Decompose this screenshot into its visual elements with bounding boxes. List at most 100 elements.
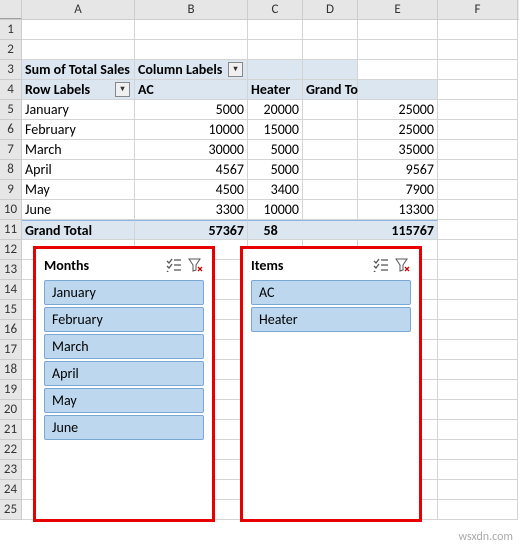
pivot-sum-label[interactable]: Sum of Total Sales xyxy=(22,60,135,80)
cell[interactable] xyxy=(438,440,518,460)
row-header[interactable]: 5 xyxy=(0,100,22,120)
cell[interactable] xyxy=(438,160,518,180)
cell[interactable] xyxy=(358,20,438,40)
select-all-corner[interactable] xyxy=(0,0,22,19)
row-header[interactable]: 23 xyxy=(0,460,22,480)
pivot-row-total[interactable]: 13300 xyxy=(278,200,438,220)
row-header[interactable]: 3 xyxy=(0,60,22,80)
col-header-D[interactable]: D xyxy=(303,0,358,19)
row-header[interactable]: 12 xyxy=(0,240,22,260)
pivot-col-2[interactable]: Heater xyxy=(248,80,303,100)
cell[interactable] xyxy=(22,40,135,60)
col-header-A[interactable]: A xyxy=(22,0,135,19)
multi-select-icon[interactable] xyxy=(165,256,183,274)
clear-filter-icon[interactable] xyxy=(393,256,411,274)
clear-filter-icon[interactable] xyxy=(186,256,204,274)
cell[interactable] xyxy=(248,40,303,60)
row-labels-dropdown[interactable]: ▾ xyxy=(115,82,130,97)
cell[interactable] xyxy=(438,260,518,280)
pivot-value[interactable]: 4567 xyxy=(135,160,248,180)
cell[interactable] xyxy=(438,80,518,100)
row-header[interactable]: 15 xyxy=(0,300,22,320)
pivot-column-labels[interactable]: Column Labels ▾ xyxy=(135,60,248,80)
cell[interactable] xyxy=(22,20,135,40)
cell[interactable] xyxy=(248,60,303,80)
pivot-grand-total-label[interactable]: Grand Total xyxy=(22,220,135,240)
slicer-item-june[interactable]: June xyxy=(44,415,204,440)
cell[interactable] xyxy=(358,60,438,80)
row-header[interactable]: 19 xyxy=(0,380,22,400)
row-header[interactable]: 6 xyxy=(0,120,22,140)
slicer-item-april[interactable]: April xyxy=(44,361,204,386)
pivot-row-total[interactable]: 25000 xyxy=(278,120,438,140)
row-header[interactable]: 21 xyxy=(0,420,22,440)
row-header[interactable]: 4 xyxy=(0,80,22,100)
row-header[interactable]: 8 xyxy=(0,160,22,180)
pivot-row-total[interactable]: 25000 xyxy=(278,100,438,120)
row-header[interactable]: 11 xyxy=(0,220,22,240)
row-header[interactable]: 24 xyxy=(0,480,22,500)
pivot-row-label[interactable]: June xyxy=(22,200,135,220)
row-header[interactable]: 7 xyxy=(0,140,22,160)
cell[interactable] xyxy=(438,280,518,300)
cell[interactable] xyxy=(248,20,303,40)
cell[interactable] xyxy=(438,180,518,200)
pivot-row-labels[interactable]: Row Labels ▾ xyxy=(22,80,135,100)
cell[interactable] xyxy=(438,300,518,320)
row-header[interactable]: 9 xyxy=(0,180,22,200)
slicer-items[interactable]: Items AC Heater xyxy=(240,246,422,522)
pivot-row-label[interactable]: March xyxy=(22,140,135,160)
row-header[interactable]: 22 xyxy=(0,440,22,460)
cell[interactable] xyxy=(303,20,358,40)
row-header[interactable]: 20 xyxy=(0,400,22,420)
col-header-E[interactable]: E xyxy=(358,0,438,19)
pivot-value[interactable]: 4500 xyxy=(135,180,248,200)
slicer-item-january[interactable]: January xyxy=(44,280,204,305)
multi-select-icon[interactable] xyxy=(372,256,390,274)
row-header[interactable]: 10 xyxy=(0,200,22,220)
cell[interactable] xyxy=(135,40,248,60)
pivot-row-label[interactable]: May xyxy=(22,180,135,200)
cell[interactable] xyxy=(438,380,518,400)
cell[interactable] xyxy=(438,480,518,500)
slicer-months[interactable]: Months January February March April May … xyxy=(33,246,215,522)
pivot-grand-total-sum[interactable]: 115767 xyxy=(278,220,438,240)
slicer-item-february[interactable]: February xyxy=(44,307,204,332)
pivot-value[interactable]: 10000 xyxy=(135,120,248,140)
pivot-row-total[interactable]: 7900 xyxy=(278,180,438,200)
cell[interactable] xyxy=(438,320,518,340)
cell[interactable] xyxy=(135,20,248,40)
row-header[interactable]: 2 xyxy=(0,40,22,60)
cell[interactable] xyxy=(438,420,518,440)
row-header[interactable]: 13 xyxy=(0,260,22,280)
cell[interactable] xyxy=(303,60,358,80)
cell[interactable] xyxy=(438,500,518,520)
col-header-B[interactable]: B xyxy=(135,0,248,19)
pivot-grand-total[interactable]: 57367 xyxy=(135,220,248,240)
pivot-value[interactable]: 30000 xyxy=(135,140,248,160)
cell[interactable] xyxy=(438,240,518,260)
cell[interactable] xyxy=(438,20,518,40)
row-header[interactable]: 18 xyxy=(0,360,22,380)
pivot-row-total[interactable]: 35000 xyxy=(278,140,438,160)
cell[interactable] xyxy=(438,360,518,380)
col-header-F[interactable]: F xyxy=(438,0,518,19)
row-header[interactable]: 16 xyxy=(0,320,22,340)
cell[interactable] xyxy=(438,460,518,480)
slicer-item-ac[interactable]: AC xyxy=(251,280,411,305)
pivot-col-1[interactable]: AC xyxy=(135,80,248,100)
row-header[interactable]: 1 xyxy=(0,20,22,40)
cell[interactable] xyxy=(438,400,518,420)
cell[interactable] xyxy=(358,40,438,60)
column-labels-dropdown[interactable]: ▾ xyxy=(228,62,243,77)
pivot-row-label[interactable]: January xyxy=(22,100,135,120)
cell[interactable] xyxy=(438,340,518,360)
row-header[interactable]: 17 xyxy=(0,340,22,360)
slicer-item-heater[interactable]: Heater xyxy=(251,307,411,332)
slicer-item-may[interactable]: May xyxy=(44,388,204,413)
cell[interactable] xyxy=(438,40,518,60)
pivot-value[interactable]: 5000 xyxy=(135,100,248,120)
col-header-C[interactable]: C xyxy=(248,0,303,19)
cell[interactable] xyxy=(438,140,518,160)
row-header[interactable]: 14 xyxy=(0,280,22,300)
